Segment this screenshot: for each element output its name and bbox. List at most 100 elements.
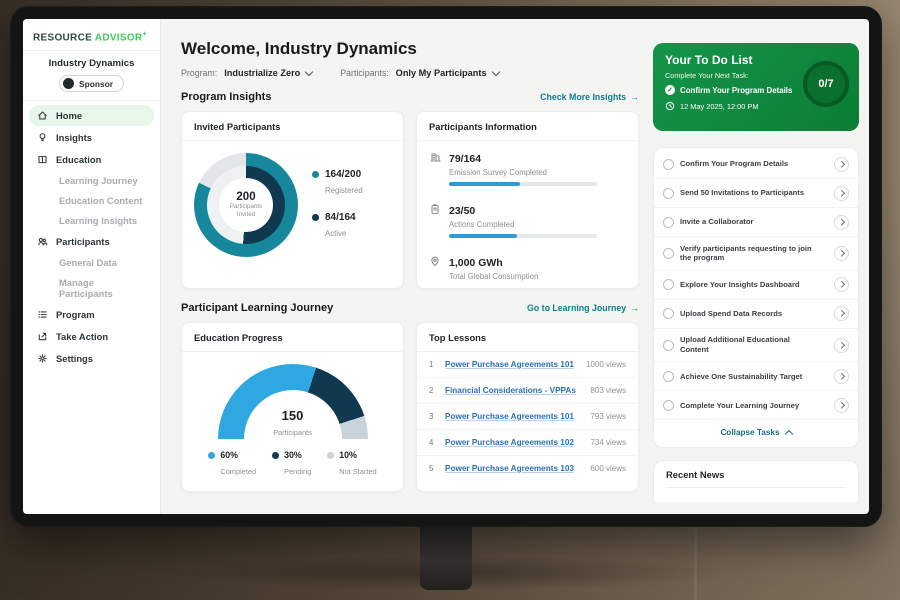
- lesson-link[interactable]: Power Purchase Agreements 103: [445, 464, 574, 473]
- sidebar-item-insights[interactable]: Insights: [29, 127, 154, 148]
- learning-journey-header: Participant Learning Journey Go to Learn…: [181, 302, 639, 314]
- participants-select[interactable]: Only My Participants: [396, 68, 499, 78]
- task-row-invite-collaborator[interactable]: Invite a Collaborator: [654, 208, 858, 237]
- checkbox-icon[interactable]: [663, 400, 674, 411]
- chevron-right-icon[interactable]: [834, 369, 849, 384]
- task-row-upload-spend-data[interactable]: Upload Spend Data Records: [654, 300, 858, 329]
- card-title: Invited Participants: [182, 112, 403, 141]
- checkbox-icon[interactable]: [663, 188, 674, 199]
- section-title-program-insights: Program Insights: [181, 91, 271, 103]
- progress-bar: [449, 182, 597, 186]
- gauge-center-value: 150: [218, 409, 368, 422]
- stat-value: 1,000 GWh: [449, 257, 503, 269]
- sidebar-item-learning-insights[interactable]: Learning Insights: [29, 211, 154, 230]
- checkbox-icon[interactable]: [663, 279, 674, 290]
- task-row-achieve-target[interactable]: Achieve One Sustainability Target: [654, 362, 858, 391]
- lesson-views: 1000 views: [586, 360, 626, 369]
- sponsor-label: Sponsor: [79, 79, 113, 89]
- filters-row: Program: Industrialize Zero Participants…: [181, 68, 639, 78]
- lesson-link[interactable]: Power Purchase Agreements 102: [445, 438, 574, 447]
- checkbox-icon[interactable]: [663, 217, 674, 228]
- lesson-row: 1 Power Purchase Agreements 101 1000 vie…: [417, 352, 638, 378]
- sidebar-item-settings[interactable]: Settings: [29, 348, 154, 369]
- lesson-rank: 1: [429, 360, 437, 369]
- collapse-tasks-link[interactable]: Collapse Tasks: [654, 420, 858, 445]
- program-select-value: Industrialize Zero: [224, 68, 300, 78]
- checkbox-icon[interactable]: [663, 340, 674, 351]
- chevron-down-icon: [491, 67, 499, 75]
- legend-dot: [327, 452, 334, 459]
- task-row-confirm-program[interactable]: Confirm Your Program Details: [654, 150, 858, 179]
- program-select[interactable]: Industrialize Zero: [224, 68, 312, 78]
- task-row-send-invitations[interactable]: Send 50 Invitations to Participants: [654, 179, 858, 208]
- lesson-link[interactable]: Power Purchase Agreements 101: [445, 360, 574, 369]
- lesson-link[interactable]: Power Purchase Agreements 101: [445, 412, 574, 421]
- card-title: Participants Information: [417, 112, 638, 141]
- checkbox-icon[interactable]: [663, 371, 674, 382]
- recent-news-title: Recent News: [666, 469, 846, 488]
- checkbox-icon[interactable]: [663, 159, 674, 170]
- sidebar-item-label: Insights: [56, 132, 92, 143]
- chevron-right-icon[interactable]: [834, 157, 849, 172]
- checkbox-icon[interactable]: [663, 308, 674, 319]
- sidebar-item-education-content[interactable]: Education Content: [29, 191, 154, 210]
- sponsor-badge[interactable]: Sponsor: [59, 75, 124, 92]
- checkbox-icon[interactable]: [663, 248, 674, 259]
- sidebar-item-take-action[interactable]: Take Action: [29, 326, 154, 347]
- chevron-right-icon[interactable]: [834, 306, 849, 321]
- chevron-right-icon[interactable]: [834, 246, 849, 261]
- lesson-link[interactable]: Financial Considerations - VPPAs: [445, 386, 576, 395]
- chevron-right-icon[interactable]: [834, 215, 849, 230]
- legend-item-registered: 164/200 Registered: [312, 169, 363, 198]
- sidebar-item-learning-journey[interactable]: Learning Journey: [29, 171, 154, 190]
- legend-dot: [312, 214, 319, 221]
- arrow-right-icon: →: [630, 92, 639, 102]
- arrow-right-icon: →: [630, 303, 639, 313]
- participants-filter-label: Participants:: [340, 68, 388, 78]
- invited-participants-donut-chart: 200 Participants Invited: [194, 153, 298, 257]
- task-row-complete-learning-journey[interactable]: Complete Your Learning Journey: [654, 391, 858, 420]
- program-insights-header: Program Insights Check More Insights →: [181, 91, 639, 103]
- chevron-down-icon: [305, 67, 313, 75]
- stat-value: 79/164: [449, 153, 481, 165]
- chevron-right-icon[interactable]: [834, 338, 849, 353]
- lesson-rank: 5: [429, 464, 437, 473]
- sidebar-item-label: Learning Insights: [59, 215, 137, 226]
- app-logo: RESOURCE ADVISOR+: [23, 27, 160, 51]
- sidebar-item-label: Manage Participants: [59, 277, 146, 299]
- legend-item-active: 84/164 Active: [312, 212, 363, 241]
- chevron-right-icon[interactable]: [834, 277, 849, 292]
- legend-label: Active: [325, 229, 346, 238]
- sidebar-item-general-data[interactable]: General Data: [29, 253, 154, 272]
- gauge-center: 150 Participants: [218, 409, 368, 440]
- legend-dot: [312, 171, 319, 178]
- legend-dot: [272, 452, 279, 459]
- donut-center-value: 200: [236, 191, 255, 203]
- chevron-right-icon[interactable]: [834, 186, 849, 201]
- sidebar-item-home[interactable]: Home: [29, 105, 154, 126]
- go-to-learning-journey-link[interactable]: Go to Learning Journey →: [527, 303, 639, 313]
- lesson-row: 2 Financial Considerations - VPPAs 803 v…: [417, 378, 638, 404]
- legend-label: Completed: [220, 467, 256, 476]
- check-more-insights-link[interactable]: Check More Insights →: [540, 92, 639, 102]
- education-progress-card: Education Progress 150 Participants: [181, 322, 404, 492]
- sidebar-item-label: Settings: [56, 353, 93, 364]
- divider: [23, 100, 160, 101]
- chevron-right-icon[interactable]: [834, 398, 849, 413]
- task-row-upload-educational-content[interactable]: Upload Additional Educational Content: [654, 329, 858, 363]
- clipboard-icon: [429, 202, 441, 214]
- sidebar-item-manage-participants[interactable]: Manage Participants: [29, 273, 154, 303]
- home-icon: [37, 110, 48, 121]
- lesson-views: 803 views: [590, 386, 626, 395]
- sidebar-item-program[interactable]: Program: [29, 304, 154, 325]
- education-progress-gauge-chart: 150 Participants: [218, 364, 368, 440]
- list-icon: [37, 309, 48, 320]
- sidebar-item-participants[interactable]: Participants: [29, 231, 154, 252]
- task-row-explore-insights[interactable]: Explore Your Insights Dashboard: [654, 271, 858, 300]
- stat-emission-survey: 79/164 Emission Survey Completed: [417, 141, 638, 193]
- sidebar-item-education[interactable]: Education: [29, 149, 154, 170]
- task-row-verify-participants[interactable]: Verify participants requesting to join t…: [654, 237, 858, 271]
- stat-global-consumption: 1,000 GWh Total Global Consumption: [417, 245, 638, 288]
- top-lessons-card: Top Lessons 1 Power Purchase Agreements …: [416, 322, 639, 492]
- section-title-learning-journey: Participant Learning Journey: [181, 302, 333, 314]
